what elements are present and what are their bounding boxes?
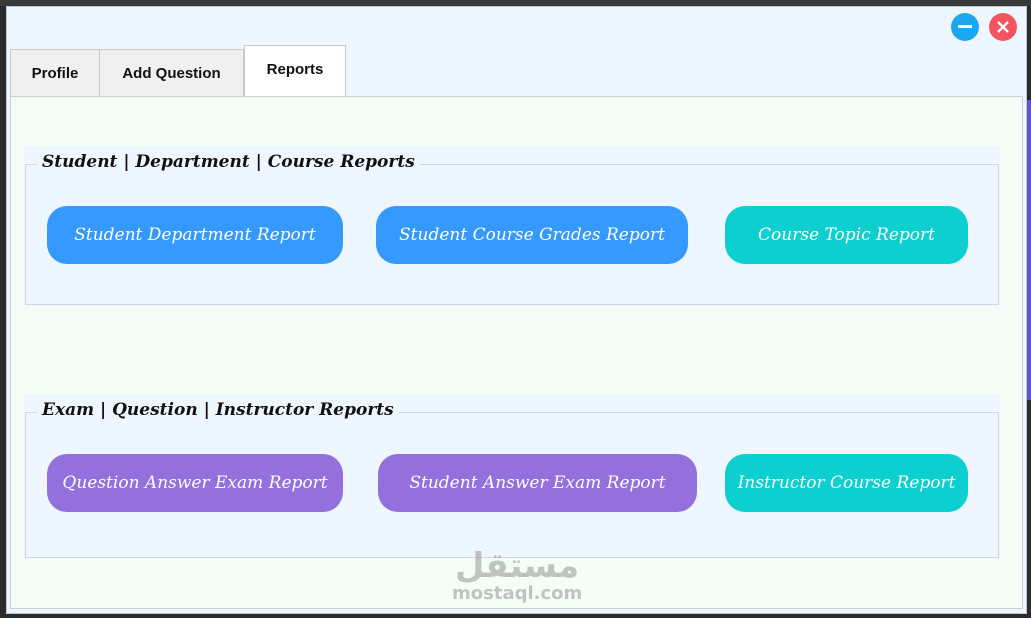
student-course-grades-report-button[interactable]: Student Course Grades Report (376, 206, 688, 264)
student-answer-exam-report-button[interactable]: Student Answer Exam Report (378, 454, 697, 512)
tab-reports[interactable]: Reports (244, 45, 346, 97)
question-answer-exam-report-button[interactable]: Question Answer Exam Report (47, 454, 343, 512)
tab-bar: Profile Add Question Reports (10, 45, 346, 97)
group-title: Exam | Question | Instructor Reports (37, 400, 399, 420)
watermark-url: mostaql.com (452, 583, 583, 604)
close-icon (997, 21, 1009, 33)
instructor-course-report-button[interactable]: Instructor Course Report (725, 454, 968, 512)
reports-panel: Student | Department | Course Reports St… (10, 96, 1023, 609)
group-title: Student | Department | Course Reports (37, 152, 420, 172)
course-topic-report-button[interactable]: Course Topic Report (725, 206, 968, 264)
minimize-icon (958, 25, 972, 28)
watermark: مستقل mostaql.com (452, 548, 582, 604)
tab-profile[interactable]: Profile (10, 49, 100, 97)
student-department-course-group: Student | Department | Course Reports St… (24, 146, 1000, 306)
app-window: Profile Add Question Reports Student | D… (6, 6, 1027, 614)
student-department-report-button[interactable]: Student Department Report (47, 206, 343, 264)
watermark-logo-text: مستقل (454, 546, 580, 586)
exam-question-instructor-group: Exam | Question | Instructor Reports Que… (24, 394, 1000, 559)
minimize-button[interactable] (951, 13, 979, 41)
close-button[interactable] (989, 13, 1017, 41)
tab-add-question[interactable]: Add Question (100, 49, 244, 97)
